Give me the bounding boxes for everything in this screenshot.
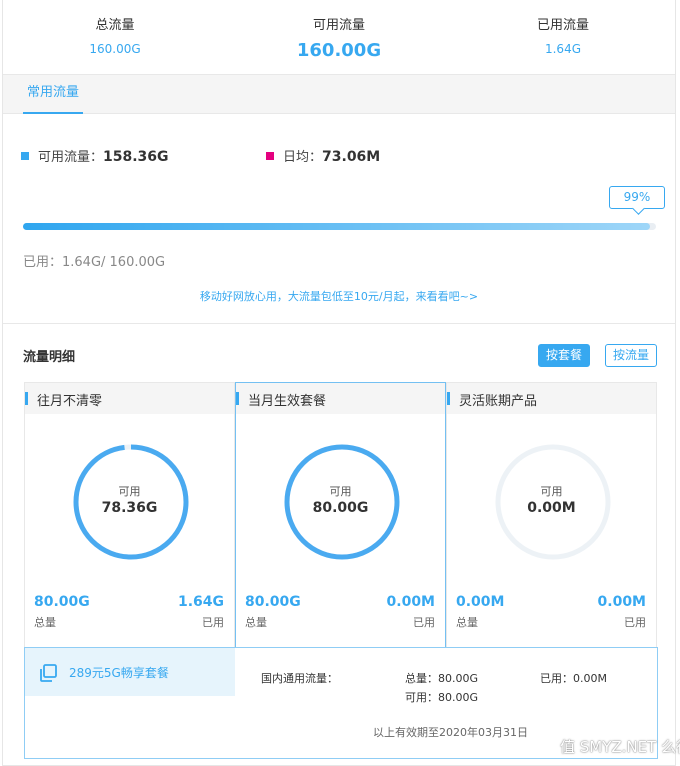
usage-progress-bar: [23, 223, 656, 230]
site-watermark: 值 SMYZ.NET 么得买: [560, 738, 680, 756]
copy-icon: [40, 664, 57, 682]
detail-title: 流量明细: [23, 350, 76, 365]
ring-label: 可用: [329, 485, 352, 498]
card-accent: [236, 392, 239, 405]
section-divider: [3, 323, 675, 324]
ring-value: 80.00G: [312, 500, 369, 516]
plan-row-label: 国内通用流量：: [261, 672, 338, 685]
total-label: 总量: [456, 616, 478, 629]
ring-label: 可用: [118, 485, 141, 498]
usage-progress-fill: [23, 223, 650, 230]
card-header: 当月生效套餐: [236, 383, 445, 414]
plan-total: 总量：80.00G: [405, 672, 479, 685]
promo-link[interactable]: 移动好网放心用，大流量包低至10元/月起，来看看吧~>: [3, 288, 675, 304]
used-summary-text: 已用：1.64G/ 160.00G: [23, 255, 166, 270]
summary-total-label: 总流量: [95, 18, 135, 33]
total-value: 80.00G: [245, 594, 301, 610]
legend-daily: 日均：73.06M: [266, 146, 380, 165]
total-value: 80.00G: [34, 594, 90, 610]
tab-common-traffic[interactable]: 常用流量: [23, 75, 84, 114]
summary-used-value: 1.64G: [544, 42, 582, 56]
used-label: 已用: [624, 616, 646, 629]
legend-available-label: 可用流量：: [38, 150, 104, 165]
plan-used: 已用：0.00M: [540, 672, 607, 685]
card-title: 往月不清零: [37, 394, 103, 409]
legend-daily-label: 日均：: [283, 150, 323, 165]
used-value: 1.64G: [177, 594, 224, 610]
usage-percent-tooltip: 99%: [609, 186, 665, 209]
traffic-summary: 总流量 160.00G 可用流量 160.00G 已用流量 1.64G: [3, 0, 675, 74]
card-header: 往月不清零: [25, 383, 234, 414]
legend-daily-swatch: [266, 152, 274, 160]
used-label: 已用: [202, 616, 224, 629]
used-value: 0.00M: [597, 594, 646, 610]
card-title: 灵活账期产品: [459, 394, 538, 409]
plan-name-cell[interactable]: 289元5G畅享套餐: [25, 648, 235, 696]
plan-name: 289元5G畅享套餐: [69, 666, 169, 680]
ring-label: 可用: [540, 485, 563, 498]
tab-bar: 常用流量: [3, 74, 675, 114]
ring-value: 0.00M: [527, 500, 576, 516]
total-label: 总量: [34, 616, 56, 629]
total-value: 0.00M: [456, 594, 505, 610]
legend-daily-value: 73.06M: [322, 149, 381, 165]
card-current-month[interactable]: 当月生效套餐 可用 80.00G 80.00G 0.00M 总量 已用: [235, 382, 446, 648]
plan-available: 可用：80.00G: [405, 691, 479, 704]
legend-available: 可用流量：158.36G: [21, 146, 169, 165]
by-flow-button[interactable]: 按流量: [605, 344, 657, 367]
card-title: 当月生效套餐: [248, 394, 327, 409]
summary-available-label: 可用流量: [312, 18, 365, 33]
plan-expiry: 以上有效期至2020年03月31日: [373, 726, 528, 739]
used-label: 已用: [413, 616, 435, 629]
used-value: 0.00M: [386, 594, 435, 610]
card-rollover[interactable]: 往月不清零 可用 78.36G 80.00G 1.64G 总量 已用: [24, 382, 235, 648]
by-package-button[interactable]: 按套餐: [538, 344, 590, 367]
legend-available-value: 158.36G: [103, 149, 169, 165]
summary-available-value: 160.00G: [296, 40, 382, 61]
summary-total-value: 160.00G: [89, 42, 141, 56]
total-label: 总量: [245, 616, 267, 629]
ring-value: 78.36G: [101, 500, 158, 516]
card-header: 灵活账期产品: [447, 383, 656, 414]
card-accent: [447, 392, 450, 405]
card-flexible[interactable]: 灵活账期产品 可用 0.00M 0.00M 0.00M 总量 已用: [446, 382, 657, 648]
card-accent: [25, 392, 28, 405]
summary-used-label: 已用流量: [536, 18, 589, 33]
legend-available-swatch: [21, 152, 29, 160]
traffic-panel: 总流量 160.00G 可用流量 160.00G 已用流量 1.64G 常用流量…: [2, 0, 676, 766]
